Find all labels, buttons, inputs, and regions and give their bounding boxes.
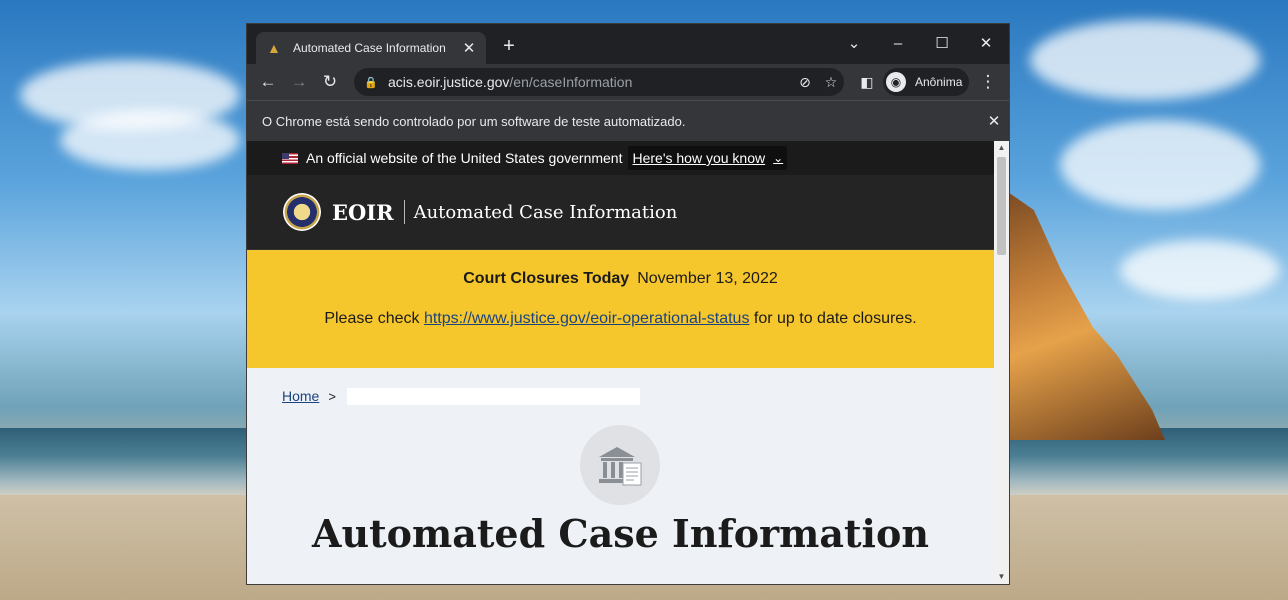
heres-how-you-know-label: Here's how you know — [632, 150, 766, 166]
profile-label: Anônima — [915, 75, 963, 89]
breadcrumb-separator: > — [328, 388, 336, 404]
back-button[interactable]: ← — [256, 70, 280, 94]
tab-search-chevron-icon[interactable]: ⌄ — [832, 30, 876, 58]
breadcrumb: Home > — [247, 368, 994, 424]
close-tab-icon[interactable]: ✕ — [460, 39, 478, 57]
url-text[interactable]: acis.eoir.justice.gov/en/caseInformation — [388, 74, 792, 90]
title-bar: ▲ Automated Case Information ✕ + ⌄ – ☐ ✕ — [247, 24, 1009, 64]
alert-message: Please check https://www.justice.gov/eoi… — [247, 310, 994, 328]
infobar-text: O Chrome está sendo controlado por um so… — [262, 113, 686, 129]
desktop-cloud — [1060, 120, 1260, 210]
breadcrumb-home-link[interactable]: Home — [282, 388, 319, 404]
eagle-favicon-icon: ▲ — [267, 40, 281, 56]
incognito-profile-button[interactable]: ◉ Anônima — [883, 68, 969, 96]
courthouse-document-icon — [580, 425, 660, 505]
desktop-rock — [1005, 190, 1165, 440]
scroll-down-arrow-icon[interactable]: ▼ — [994, 570, 1009, 584]
minimize-button[interactable]: – — [876, 30, 920, 58]
heres-how-you-know-button[interactable]: Here's how you know ⌄ — [628, 146, 788, 170]
page-viewport: An official website of the United States… — [247, 141, 1009, 584]
courthouse-svg — [599, 447, 642, 486]
desktop-cloud — [1030, 20, 1260, 100]
lock-icon[interactable]: 🔒 — [364, 76, 378, 89]
tab-title: Automated Case Information — [293, 41, 446, 55]
incognito-icon: ◉ — [886, 72, 906, 92]
alert-prefix: Please check — [324, 310, 420, 327]
star-icon[interactable]: ☆ — [818, 74, 844, 91]
forward-button[interactable]: → — [287, 70, 311, 94]
scroll-up-arrow-icon[interactable]: ▲ — [994, 141, 1009, 155]
operational-status-link[interactable]: https://www.justice.gov/eoir-operational… — [424, 310, 749, 327]
desktop-cloud — [1120, 240, 1280, 300]
us-flag-icon — [282, 152, 298, 164]
brand-divider — [403, 200, 405, 224]
address-bar[interactable]: 🔒 acis.eoir.justice.gov/en/caseInformati… — [354, 68, 844, 96]
side-panel-icon[interactable]: ◧ — [857, 72, 877, 92]
browser-window: ▲ Automated Case Information ✕ + ⌄ – ☐ ✕… — [247, 24, 1009, 584]
page-content: An official website of the United States… — [247, 141, 994, 584]
gov-banner-text: An official website of the United States… — [306, 150, 623, 166]
court-closures-alert: Court Closures Today November 13, 2022 Pl… — [247, 250, 994, 368]
alert-title: Court Closures Today — [463, 270, 630, 287]
desktop-cloud — [60, 110, 240, 170]
browser-toolbar: ← → ↻ 🔒 acis.eoir.justice.gov/en/caseInf… — [247, 64, 1009, 100]
reload-button[interactable]: ↻ — [318, 70, 342, 94]
gov-banner: An official website of the United States… — [247, 141, 994, 175]
breadcrumb-current — [346, 387, 640, 405]
site-header: EOIR Automated Case Information — [247, 175, 994, 250]
vertical-scrollbar[interactable]: ▲ ▼ — [994, 141, 1009, 584]
alert-date: November 13, 2022 — [637, 270, 778, 287]
site-brand[interactable]: EOIR — [332, 200, 394, 225]
automation-infobar: O Chrome está sendo controlado por um so… — [247, 100, 1009, 141]
alert-suffix: for up to date closures. — [753, 310, 917, 327]
scrollbar-thumb[interactable] — [997, 157, 1006, 255]
chevron-down-icon: ⌄ — [773, 151, 784, 165]
close-window-button[interactable]: ✕ — [964, 30, 1008, 58]
close-infobar-icon[interactable]: ✕ — [979, 112, 1009, 130]
eye-slash-icon[interactable]: ⊘ — [792, 74, 818, 91]
site-subtitle: Automated Case Information — [413, 201, 678, 223]
maximize-button[interactable]: ☐ — [920, 30, 964, 58]
new-tab-button[interactable]: + — [499, 36, 519, 56]
menu-dots-icon[interactable]: ⋮ — [979, 70, 997, 94]
alert-heading: Court Closures Today November 13, 2022 — [247, 250, 994, 288]
page-title: Automated Case Information — [312, 511, 929, 556]
browser-tab[interactable]: ▲ Automated Case Information ✕ — [256, 32, 486, 64]
doj-seal-logo[interactable] — [283, 193, 321, 231]
